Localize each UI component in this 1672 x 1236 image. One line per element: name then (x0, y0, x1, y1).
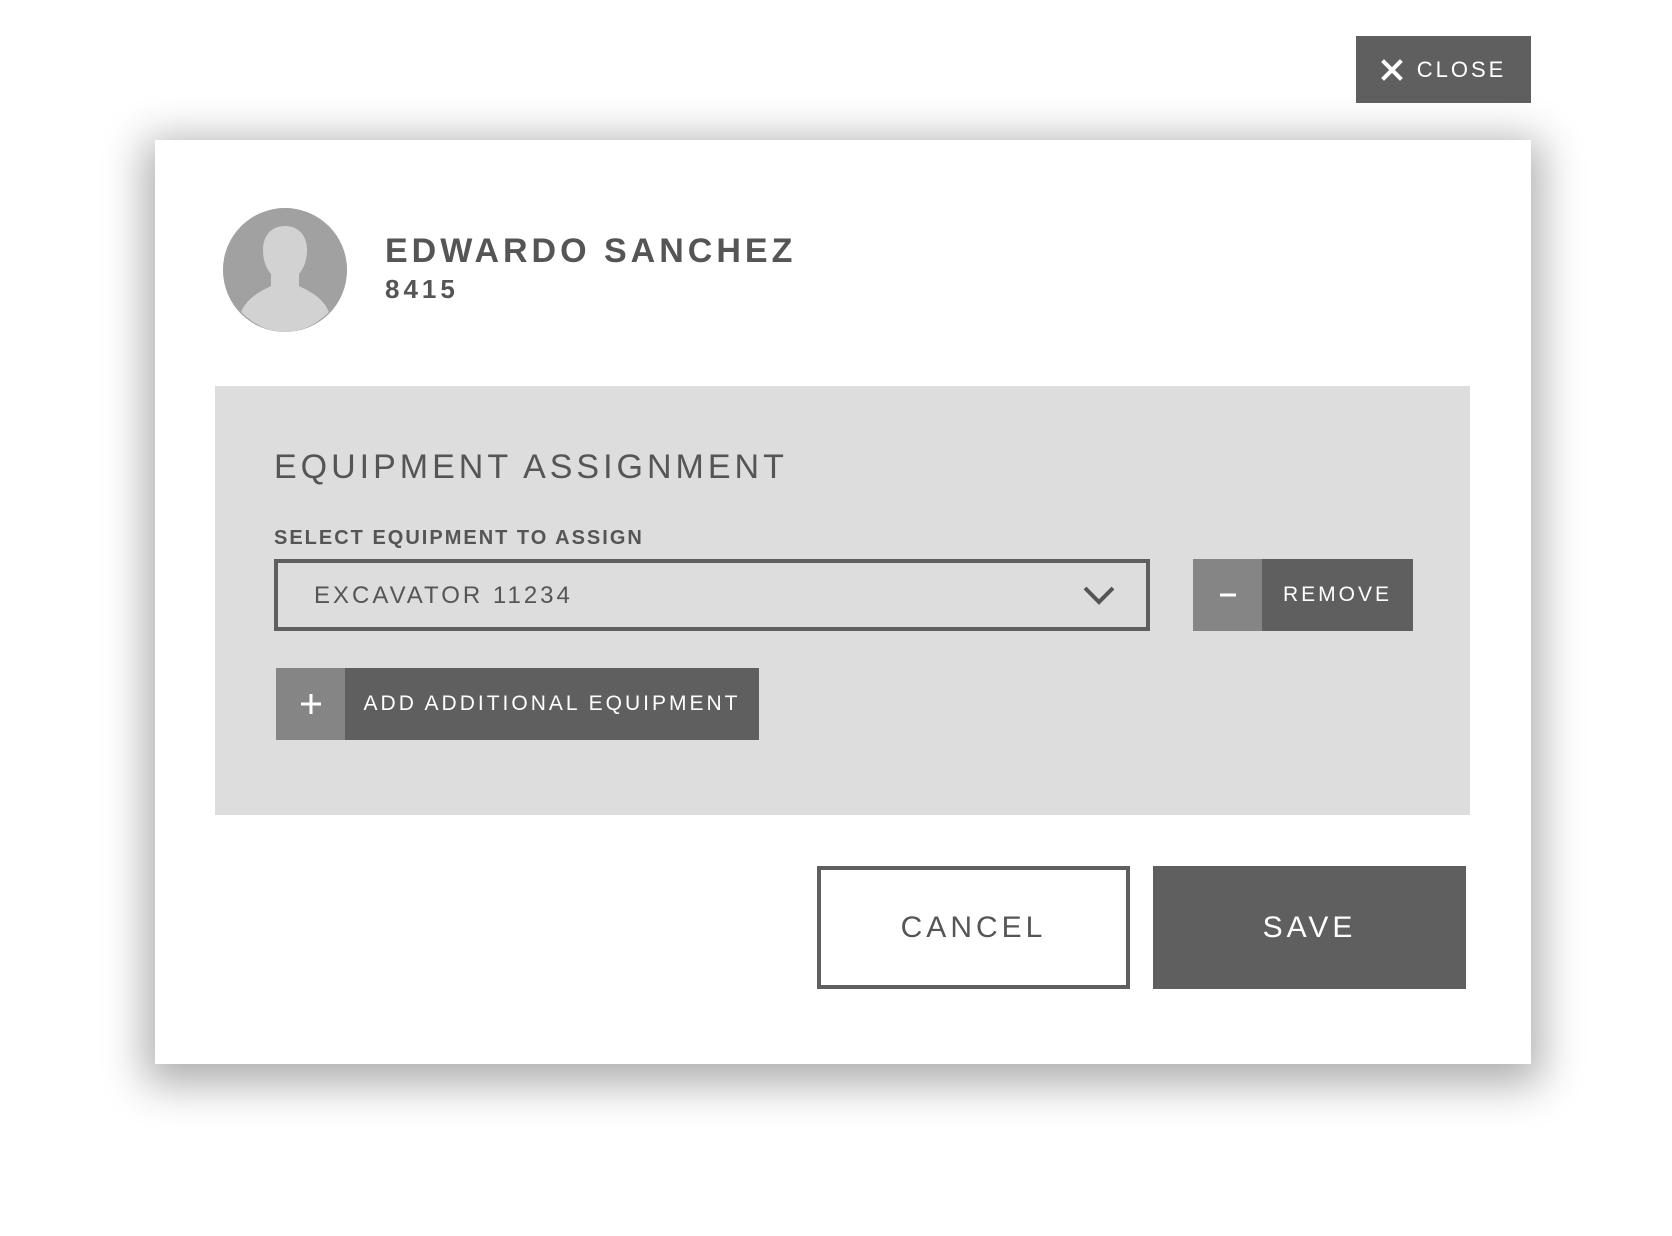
person-silhouette-icon (223, 208, 347, 332)
close-button-label: CLOSE (1416, 56, 1507, 82)
close-button[interactable]: CLOSE (1356, 36, 1531, 103)
chevron-down-icon (1083, 586, 1115, 605)
add-equipment-button[interactable]: ADD ADDITIONAL EQUIPMENT (276, 668, 759, 740)
close-icon (1380, 58, 1403, 81)
equipment-select-value: EXCAVATOR 11234 (314, 582, 573, 609)
user-id: 8415 (385, 274, 459, 304)
equipment-select[interactable]: EXCAVATOR 11234 (274, 559, 1150, 631)
select-equipment-label: SELECT EQUIPMENT TO ASSIGN (274, 527, 644, 549)
save-button[interactable]: SAVE (1153, 866, 1466, 989)
remove-button-label: REMOVE (1262, 559, 1413, 631)
panel-title: EQUIPMENT ASSIGNMENT (274, 448, 788, 486)
minus-icon (1219, 593, 1236, 597)
cancel-button[interactable]: CANCEL (817, 866, 1130, 989)
equipment-assignment-panel: EQUIPMENT ASSIGNMENT SELECT EQUIPMENT TO… (215, 386, 1470, 815)
remove-icon-box (1193, 559, 1262, 631)
user-name: EDWARDO SANCHEZ (385, 232, 797, 270)
add-icon-box (276, 668, 345, 740)
avatar (223, 208, 347, 332)
add-button-label: ADD ADDITIONAL EQUIPMENT (345, 668, 759, 740)
plus-icon (300, 694, 321, 714)
equipment-modal: EDWARDO SANCHEZ 8415 EQUIPMENT ASSIGNMEN… (155, 140, 1531, 1064)
remove-equipment-button[interactable]: REMOVE (1193, 559, 1413, 631)
